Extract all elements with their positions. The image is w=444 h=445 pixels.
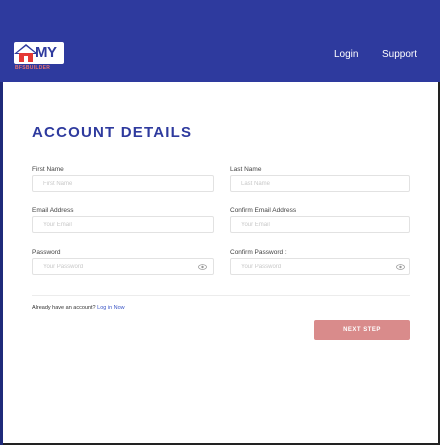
logo-subtext: BFSBUILDER [15, 65, 51, 71]
nav-support-link[interactable]: Support [382, 49, 417, 60]
confirm-email-label: Confirm Email Address [230, 207, 297, 214]
confirm-password-eye-icon[interactable] [396, 264, 405, 270]
password-label: Password [32, 249, 61, 256]
already-have-account-text: Already have an account? Log in Now [32, 305, 125, 311]
left-edge-bar [0, 82, 3, 445]
app-frame: MY BFSBUILDER Login Support ACCOUNT DETA… [0, 0, 440, 445]
confirm-email-input[interactable] [230, 216, 410, 233]
form-divider [32, 295, 410, 296]
password-input[interactable] [32, 258, 214, 275]
nav-login-link[interactable]: Login [334, 49, 358, 60]
confirm-password-label: Confirm Password : [230, 249, 287, 256]
email-input[interactable] [32, 216, 214, 233]
next-step-button[interactable]: NEXT STEP [314, 320, 410, 340]
email-label: Email Address [32, 207, 74, 214]
already-text: Already have an account? [32, 305, 96, 311]
first-name-label: First Name [32, 166, 64, 173]
login-now-link[interactable]: Log in Now [97, 305, 125, 311]
top-navbar: MY BFSBUILDER Login Support [0, 0, 440, 82]
page-title: ACCOUNT DETAILS [32, 124, 193, 141]
password-eye-icon[interactable] [198, 264, 207, 270]
logo-text: MY [35, 44, 57, 61]
last-name-input[interactable] [230, 175, 410, 192]
last-name-label: Last Name [230, 166, 262, 173]
first-name-input[interactable] [32, 175, 214, 192]
confirm-password-input[interactable] [230, 258, 410, 275]
logo[interactable]: MY BFSBUILDER [12, 38, 66, 72]
